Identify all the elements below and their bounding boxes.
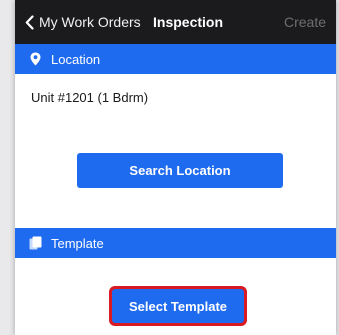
template-section-header: Template xyxy=(15,228,336,258)
document-icon xyxy=(28,236,42,250)
location-value: Unit #1201 (1 Bdrm) xyxy=(31,90,149,105)
location-section-label: Location xyxy=(51,51,101,67)
back-label: My Work Orders xyxy=(39,14,141,30)
app-screen: My Work Orders Inspection Create Locatio… xyxy=(15,0,336,335)
search-location-button[interactable]: Search Location xyxy=(77,153,283,188)
select-template-button[interactable]: Select Template xyxy=(110,287,246,325)
device-frame: My Work Orders Inspection Create Locatio… xyxy=(0,0,339,335)
chevron-left-icon xyxy=(25,14,34,30)
location-pin-icon xyxy=(28,52,42,66)
template-section-label: Template xyxy=(51,235,104,251)
location-section-header: Location xyxy=(15,44,336,74)
back-button[interactable]: My Work Orders xyxy=(25,12,141,32)
create-button[interactable]: Create xyxy=(284,14,326,30)
navigation-bar: My Work Orders Inspection Create xyxy=(15,0,336,44)
page-title: Inspection xyxy=(153,14,224,30)
